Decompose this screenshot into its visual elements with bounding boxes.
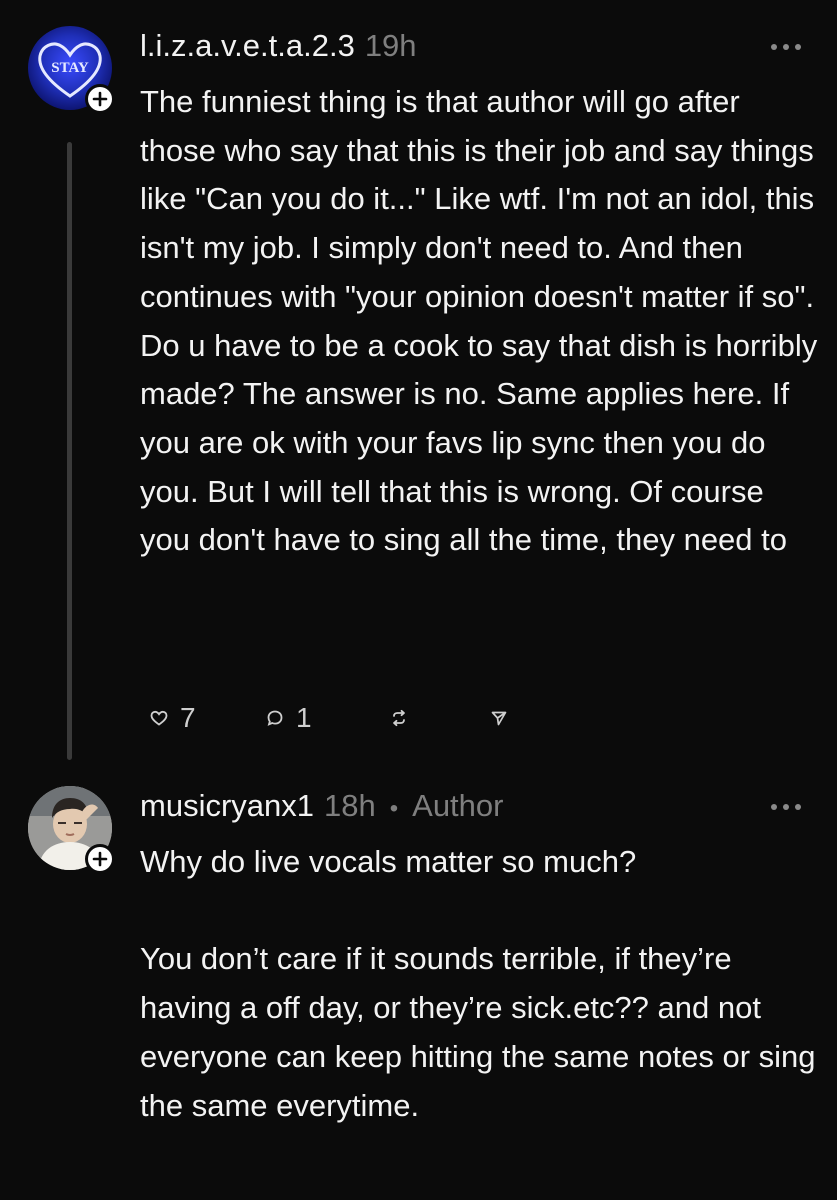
heart-icon (150, 710, 168, 726)
follow-button[interactable] (85, 844, 115, 874)
follow-button[interactable] (85, 84, 115, 114)
like-count: 7 (180, 702, 196, 733)
avatar-logo-text: STAY (51, 60, 89, 76)
more-horizontal-icon (771, 44, 777, 50)
comment-header: musicryanx1 18h • Author (140, 788, 503, 824)
plus-icon (92, 851, 108, 867)
more-horizontal-icon (771, 804, 777, 810)
repost-icon (393, 709, 405, 727)
username[interactable]: musicryanx1 (140, 788, 314, 824)
more-options-button[interactable] (771, 804, 801, 810)
timestamp: 18h (324, 788, 376, 823)
plus-icon (92, 91, 108, 107)
repost-button[interactable] (390, 709, 490, 727)
thread-line (67, 142, 72, 760)
send-icon (491, 711, 507, 726)
comment-text: The funniest thing is that author will g… (140, 84, 818, 558)
timestamp: 19h (364, 28, 417, 63)
action-bar: 7 1 (140, 702, 508, 734)
share-button[interactable] (490, 709, 508, 727)
more-options-button[interactable] (771, 44, 801, 50)
username[interactable]: l.i.z.a.v.e.t.a.2.3 (140, 28, 355, 64)
author-badge: Author (412, 788, 504, 823)
separator-dot: • (389, 795, 399, 822)
reply-count: 1 (296, 702, 312, 733)
comment-text: Why do live vocals matter so much? You d… (140, 844, 816, 1123)
comment-icon (267, 710, 283, 726)
comment-header: l.i.z.a.v.e.t.a.2.3 19h (140, 28, 417, 64)
reply-button[interactable]: 1 (266, 702, 390, 734)
like-button[interactable]: 7 (150, 702, 266, 734)
